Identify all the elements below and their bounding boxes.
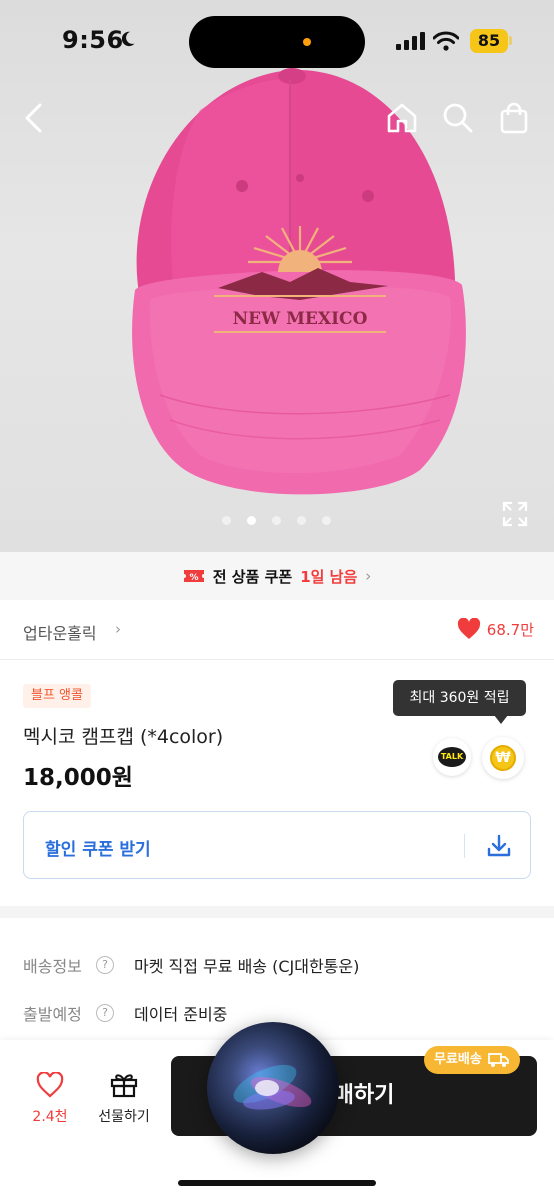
help-icon[interactable]: ?	[96, 1004, 114, 1022]
wifi-icon	[433, 31, 459, 51]
won-coin-icon: ₩	[490, 745, 516, 771]
buy-button-label: 매하기	[333, 1083, 395, 1108]
cap-embroidery-text: NEW MEXICO	[233, 309, 368, 329]
status-time: 9:56	[62, 26, 124, 54]
search-icon	[443, 103, 473, 133]
download-icon	[487, 834, 511, 857]
shopping-bag-icon	[500, 102, 528, 134]
store-like-count: 68.7만	[486, 620, 534, 639]
free-shipping-badge: 무료배송	[424, 1046, 520, 1074]
status-bar: 9:56 85	[0, 0, 554, 84]
departure-info-value: 데이터 준비중	[134, 1005, 228, 1024]
shipping-info-value: 마켓 직접 무료 배송 (CJ대한통운)	[134, 957, 360, 976]
coupon-banner[interactable]: % 전 상품 쿠폰 1일 남음 ›	[0, 552, 554, 600]
store-name[interactable]: 업타운홀릭	[23, 620, 97, 644]
battery-indicator: 85	[470, 29, 508, 53]
siri-orb	[207, 1022, 339, 1154]
chevron-right-icon: ›	[365, 567, 372, 585]
gift-icon	[110, 1074, 138, 1098]
home-button[interactable]	[382, 98, 422, 138]
shipping-info-key: 배송정보	[23, 957, 82, 976]
points-tooltip: 최대 360원 적립	[393, 680, 526, 716]
help-icon[interactable]: ?	[96, 956, 114, 974]
truck-icon	[487, 1053, 509, 1067]
heart-icon	[457, 618, 480, 639]
kakao-talk-share-button[interactable]: TALK	[433, 738, 471, 776]
product-title: 멕시코 캠프캡 (*4color)	[23, 726, 224, 748]
moon-icon	[122, 31, 135, 47]
cellular-signal-icon	[396, 32, 425, 50]
svg-text:%: %	[189, 573, 198, 583]
gift-button[interactable]: 선물하기	[92, 1070, 156, 1126]
home-indicator	[178, 1180, 376, 1186]
get-coupon-button[interactable]: 할인 쿠폰 받기	[23, 811, 531, 879]
like-count: 2.4천	[32, 1109, 68, 1125]
chevron-right-icon: ›	[115, 620, 121, 638]
search-button[interactable]	[438, 98, 478, 138]
coupon-banner-text: 전 상품 쿠폰	[212, 567, 293, 586]
like-button[interactable]: 2.4천	[26, 1071, 74, 1126]
departure-info-row: 출발예정 ? 데이터 준비중	[23, 1001, 227, 1025]
coupon-icon: %	[183, 570, 204, 583]
get-coupon-label: 할인 쿠폰 받기	[45, 840, 151, 860]
expand-icon[interactable]	[500, 499, 530, 533]
section-divider	[0, 906, 554, 918]
store-like-button[interactable]: 68.7만	[457, 618, 534, 640]
image-pagination[interactable]	[222, 516, 331, 525]
free-shipping-label: 무료배송	[434, 1052, 482, 1067]
heart-outline-icon	[36, 1071, 64, 1098]
points-button[interactable]: ₩	[482, 737, 524, 779]
promo-badge: 블프 앵콜	[23, 684, 91, 708]
cart-button[interactable]	[494, 98, 534, 138]
dynamic-island	[189, 16, 365, 68]
product-price: 18,000원	[23, 765, 133, 791]
departure-info-key: 출발예정	[23, 1005, 82, 1024]
chevron-left-icon	[25, 103, 42, 133]
tooltip-tail	[494, 715, 508, 724]
divider	[464, 834, 465, 858]
home-icon	[387, 103, 417, 133]
coupon-banner-remaining: 1일 남음	[300, 567, 358, 586]
back-button[interactable]	[14, 98, 54, 138]
gift-label: 선물하기	[98, 1109, 150, 1125]
shipping-info-row: 배송정보 ? 마켓 직접 무료 배송 (CJ대한통운)	[23, 953, 359, 977]
store-row: 업타운홀릭 › 68.7만	[0, 600, 554, 660]
talk-icon: TALK	[438, 747, 466, 767]
